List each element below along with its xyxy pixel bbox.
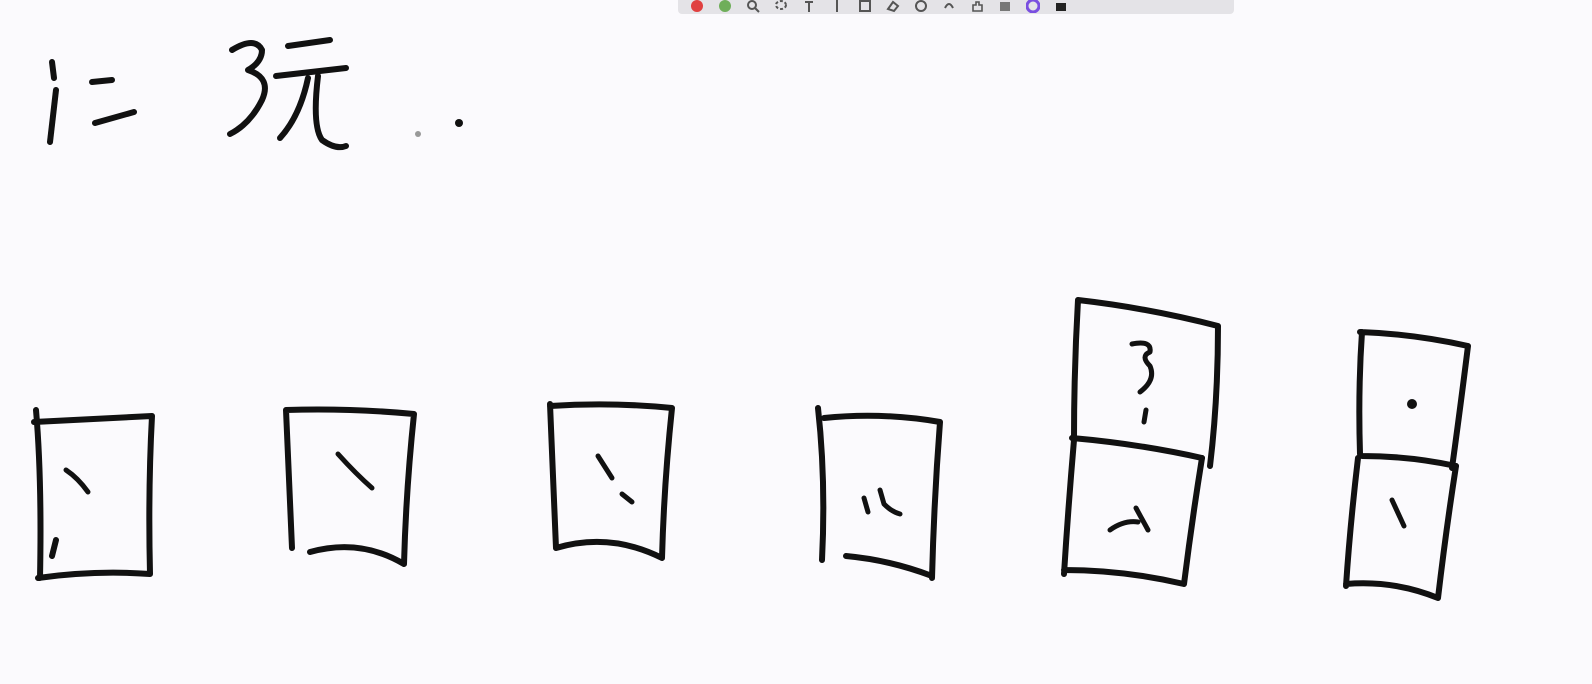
stroke-yuan-left-leg — [277, 75, 311, 141]
drawing-canvas[interactable] — [0, 0, 1592, 684]
box-5-bottom-mark — [1107, 505, 1151, 533]
ellipsis-dot-2 — [455, 119, 463, 127]
box-6-bottom-mark — [1389, 497, 1407, 529]
ellipsis-dot-1 — [415, 131, 421, 137]
stroke-i-dot — [49, 59, 57, 81]
cell-box-6-stack — [1343, 329, 1471, 601]
box-5-top-mark — [1129, 340, 1155, 425]
stroke-equal-top — [89, 77, 115, 85]
box-1-mark — [63, 467, 91, 495]
stroke-yuan-top — [285, 37, 333, 49]
box-6-top-mark — [1407, 399, 1417, 409]
box-5-top — [1069, 297, 1221, 469]
stroke-equal-bottom — [92, 109, 137, 126]
box-5-bottom — [1061, 437, 1205, 587]
cell-box-2 — [283, 406, 417, 567]
box-6-bottom — [1343, 455, 1459, 601]
cell-box-5-stack — [1061, 297, 1221, 587]
box-2-mark — [335, 451, 375, 491]
whiteboard-window — [0, 0, 1592, 684]
handwritten-heading — [47, 37, 463, 151]
stroke-i-body — [47, 87, 59, 145]
stroke-three — [227, 40, 268, 137]
cell-box-4 — [815, 405, 943, 581]
cell-box-1 — [31, 407, 155, 581]
stroke-yuan-middle — [273, 65, 349, 79]
box-3-mark — [595, 453, 635, 505]
cell-box-3 — [547, 401, 675, 561]
stroke-yuan-right-leg — [312, 73, 349, 151]
box-4-mark — [861, 487, 903, 517]
